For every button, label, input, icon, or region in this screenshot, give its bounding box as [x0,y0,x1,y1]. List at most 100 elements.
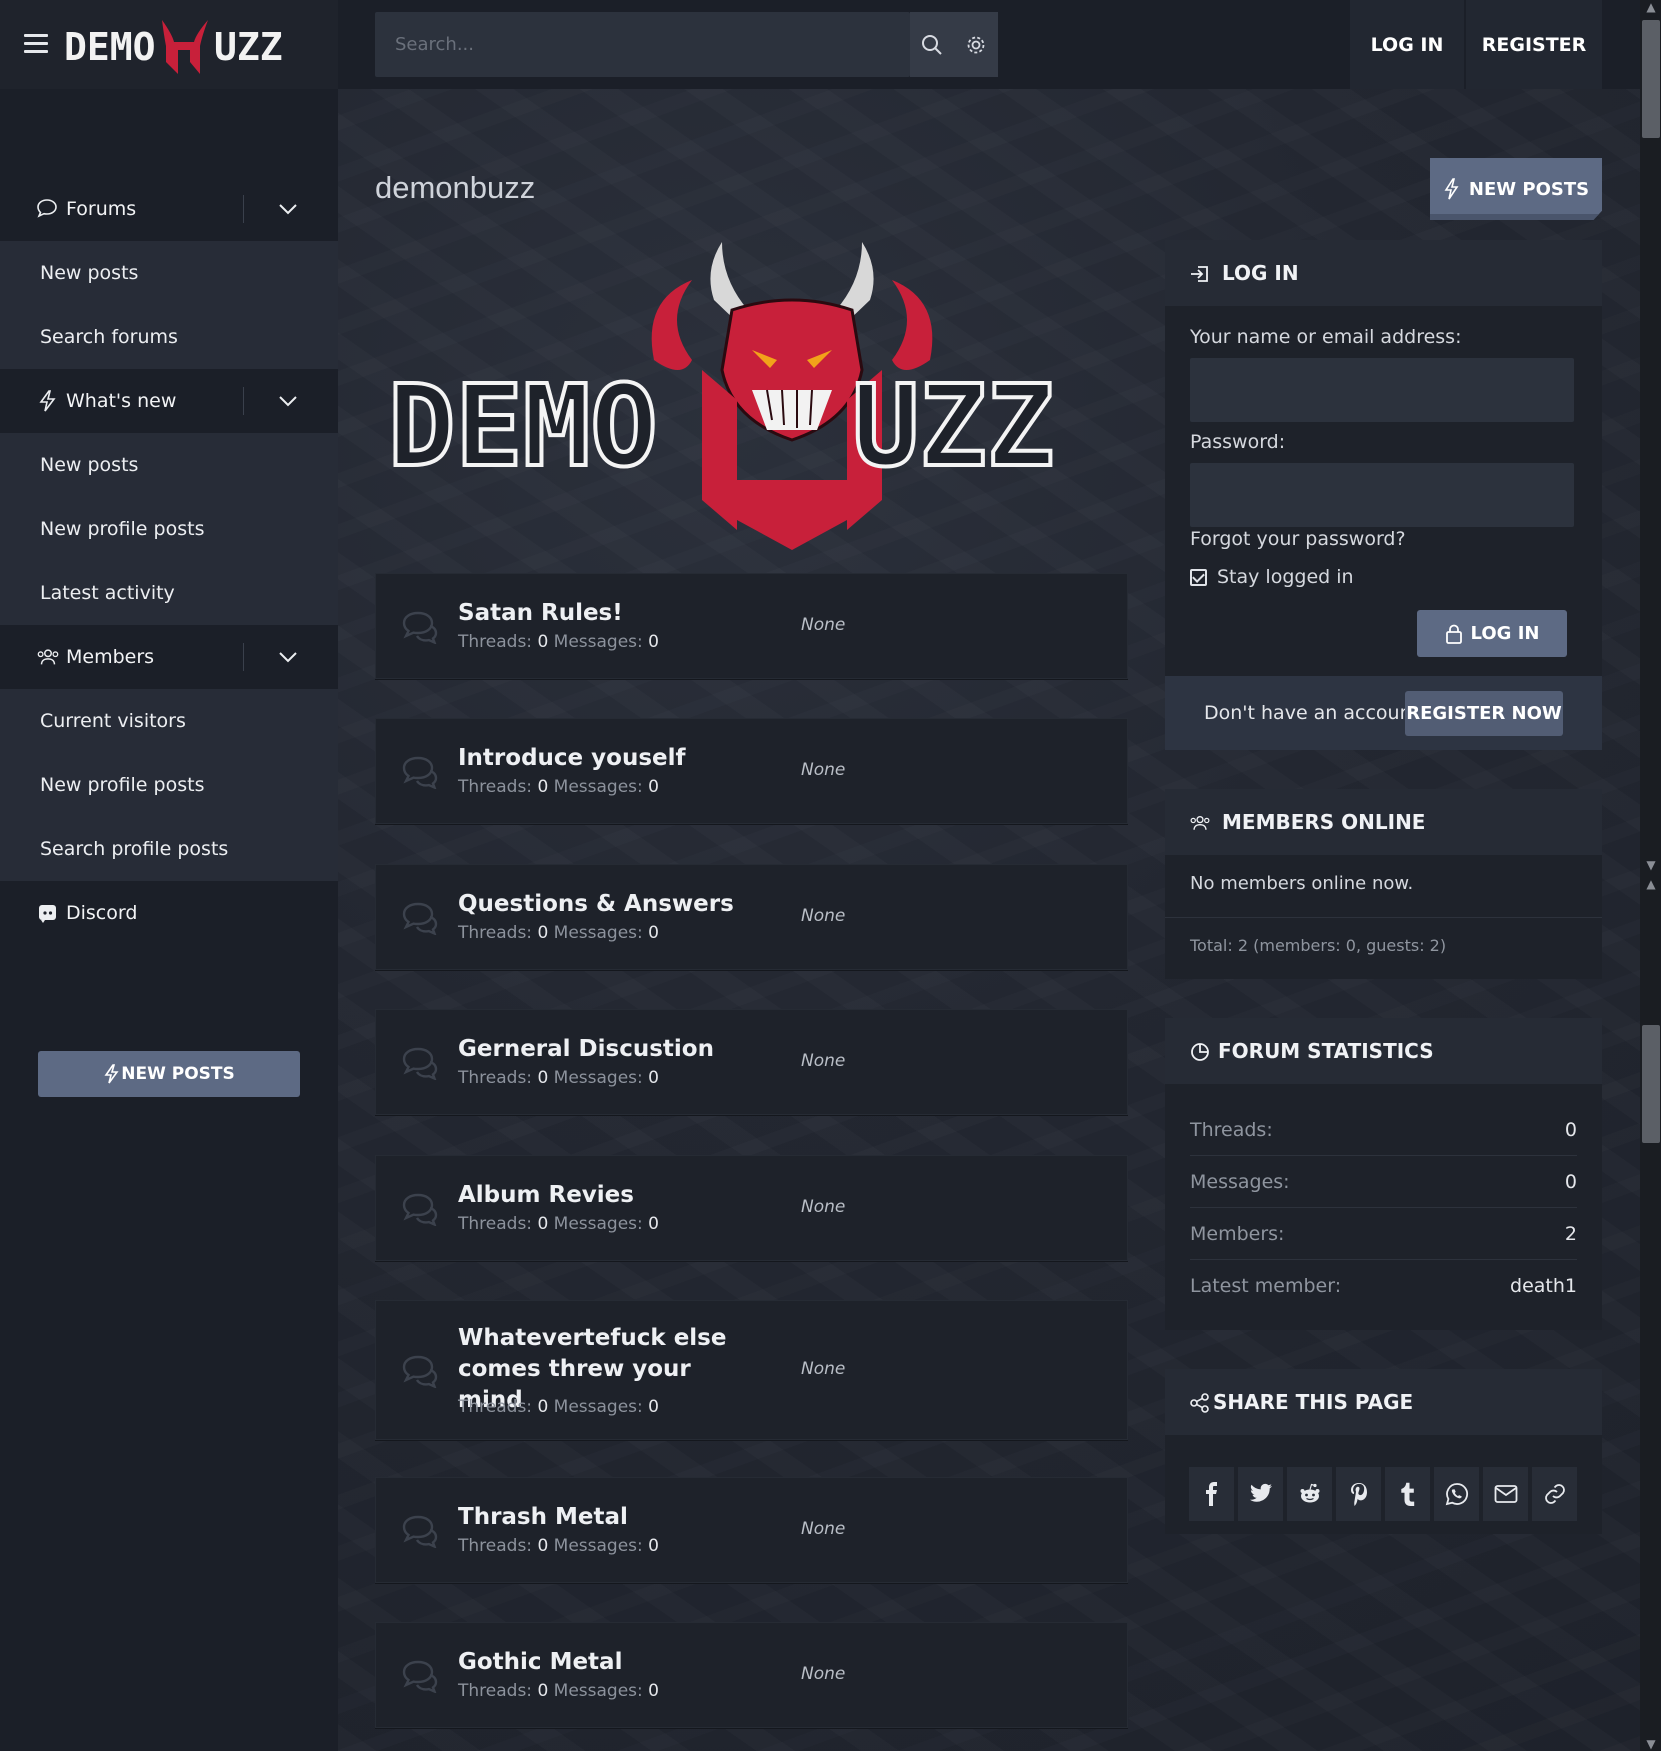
stat-label: Threads: [1190,1119,1273,1141]
forum-bubble-icon [402,1355,438,1388]
threads-count: 0 [537,1681,549,1701]
scroll-down-arrow-icon[interactable]: ▼ [1643,1737,1659,1751]
sidebar-section-whats-new[interactable]: What's new [0,369,338,433]
forum-node[interactable]: Thrash Metal Threads: 0 Messages: 0 None [375,1477,1128,1583]
threads-label: Threads: [458,1536,533,1556]
whatsapp-icon [1445,1483,1468,1506]
forum-title-link[interactable]: Thrash Metal [458,1502,628,1533]
top-bar: DEMO UZZ LOG IN REGISTER [0,0,1640,89]
forum-title-link[interactable]: Album Revies [458,1180,634,1211]
share-tumblr-button[interactable] [1385,1467,1430,1521]
latest-member-link[interactable]: death1 [1510,1260,1577,1312]
share-facebook-button[interactable] [1189,1467,1234,1521]
scroll-up-arrow-icon[interactable]: ▲ [1643,877,1659,891]
search-options-button[interactable] [954,12,998,77]
checkbox-checked-icon[interactable] [1190,568,1207,586]
stat-value: 0 [1564,1119,1577,1141]
chevron-down-icon[interactable] [278,647,298,667]
sidebar-item-new-posts[interactable]: New posts [0,241,338,305]
forum-stats: Threads: 0 Messages: 0 [458,1397,659,1417]
forum-stats: Threads: 0 Messages: 0 [458,777,659,797]
users-icon [1190,815,1210,830]
scroll-down-arrow-icon[interactable]: ▼ [1643,858,1659,872]
forgot-password-link[interactable]: Forgot your password? [1190,528,1406,550]
forum-node[interactable]: Satan Rules! Threads: 0 Messages: 0 None [375,573,1128,679]
forum-node[interactable]: Album Revies Threads: 0 Messages: 0 None [375,1155,1128,1261]
login-submit-button[interactable]: LOG IN [1417,610,1567,657]
sidebar-discord-label: Discord [66,902,138,924]
share-block: SHARE THIS PAGE [1165,1369,1602,1534]
messages-count: 0 [648,632,659,652]
forum-node[interactable]: Whatevertefuck else comes threw your min… [375,1300,1128,1440]
threads-label: Threads: [458,1681,533,1701]
header-register-button[interactable]: REGISTER [1466,0,1602,89]
sidebar-item-new-posts-whats-new[interactable]: New posts [0,433,338,497]
members-online-block: MEMBERS ONLINE No members online now. To… [1165,789,1602,979]
login-submit-label: LOG IN [1470,623,1540,644]
scrollbar[interactable] [1640,0,1661,1751]
stat-value: 2 [1564,1223,1577,1245]
messages-count: 0 [648,1681,659,1701]
scrollbar-thumb[interactable] [1642,20,1660,138]
threads-label: Threads: [458,632,533,652]
forum-last-post: None [801,1359,846,1379]
share-email-button[interactable] [1483,1467,1528,1521]
sidebar-item-search-profile-posts[interactable]: Search profile posts [0,817,338,881]
brand-logo[interactable]: DEMO UZZ [62,12,312,78]
password-input[interactable] [1190,463,1574,527]
share-pinterest-button[interactable] [1336,1467,1381,1521]
new-posts-label: NEW POSTS [1468,178,1590,200]
sidebar-item-current-visitors[interactable]: Current visitors [0,689,338,753]
forum-node[interactable]: Introduce youself Threads: 0 Messages: 0 N… [375,718,1128,824]
messages-count: 0 [648,1214,659,1234]
sidebar-section-members[interactable]: Members [0,625,338,689]
chevron-down-icon[interactable] [278,199,298,219]
forum-stats: Threads: 0 Messages: 0 [458,923,659,943]
forum-node[interactable]: Questions & Answers Threads: 0 Messages: … [375,864,1128,970]
messages-count: 0 [648,1536,659,1556]
stat-row-messages: Messages: 0 [1190,1156,1577,1208]
forum-title-link[interactable]: Gothic Metal [458,1647,622,1678]
search-button[interactable] [910,12,954,77]
forum-title-link[interactable]: Introduce youself [458,743,686,774]
menu-icon[interactable] [24,34,48,54]
svg-text:DEMO: DEMO [392,362,658,492]
new-posts-button[interactable]: NEW POSTS [1430,158,1602,220]
sidebar-item-discord[interactable]: Discord [0,881,338,945]
messages-label: Messages: [553,1681,643,1701]
header-login-button[interactable]: LOG IN [1350,0,1464,89]
sidebar-new-posts-button[interactable]: NEW POSTS [38,1051,300,1097]
threads-count: 0 [537,1214,549,1234]
messages-label: Messages: [553,632,643,652]
share-twitter-button[interactable] [1238,1467,1283,1521]
stay-logged-in-checkbox[interactable]: Stay logged in [1190,566,1354,588]
share-whatsapp-button[interactable] [1434,1467,1479,1521]
stat-row-threads: Threads: 0 [1190,1104,1577,1156]
forum-node[interactable]: Gothic Metal Threads: 0 Messages: 0 None [375,1622,1128,1728]
forum-title-link[interactable]: Satan Rules! [458,598,623,629]
name-input[interactable] [1190,358,1574,422]
share-reddit-button[interactable] [1287,1467,1332,1521]
tumblr-icon [1400,1482,1414,1506]
threads-count: 0 [537,923,549,943]
sidebar-item-latest-activity[interactable]: Latest activity [0,561,338,625]
messages-label: Messages: [553,1397,643,1417]
search-input[interactable] [375,12,910,77]
messages-count: 0 [648,1068,659,1088]
chevron-down-icon[interactable] [278,391,298,411]
forum-title-link[interactable]: Questions & Answers [458,889,734,920]
forum-last-post: None [801,760,846,780]
scroll-up-arrow-icon[interactable]: ▲ [1643,0,1659,14]
share-link-button[interactable] [1532,1467,1577,1521]
svg-text:DEMO: DEMO [64,25,156,69]
discord-icon [39,905,56,923]
forum-node[interactable]: Gerneral Discustion Threads: 0 Messages: … [375,1009,1128,1115]
threads-count: 0 [537,1397,549,1417]
sidebar-item-new-profile-posts-members[interactable]: New profile posts [0,753,338,817]
sidebar-item-search-forums[interactable]: Search forums [0,305,338,369]
sidebar-item-new-profile-posts[interactable]: New profile posts [0,497,338,561]
forum-title-link[interactable]: Gerneral Discustion [458,1034,714,1065]
sidebar-section-forums[interactable]: Forums [0,177,338,241]
register-now-button[interactable]: REGISTER NOW [1405,691,1563,736]
scrollbar-thumb[interactable] [1642,1025,1660,1143]
